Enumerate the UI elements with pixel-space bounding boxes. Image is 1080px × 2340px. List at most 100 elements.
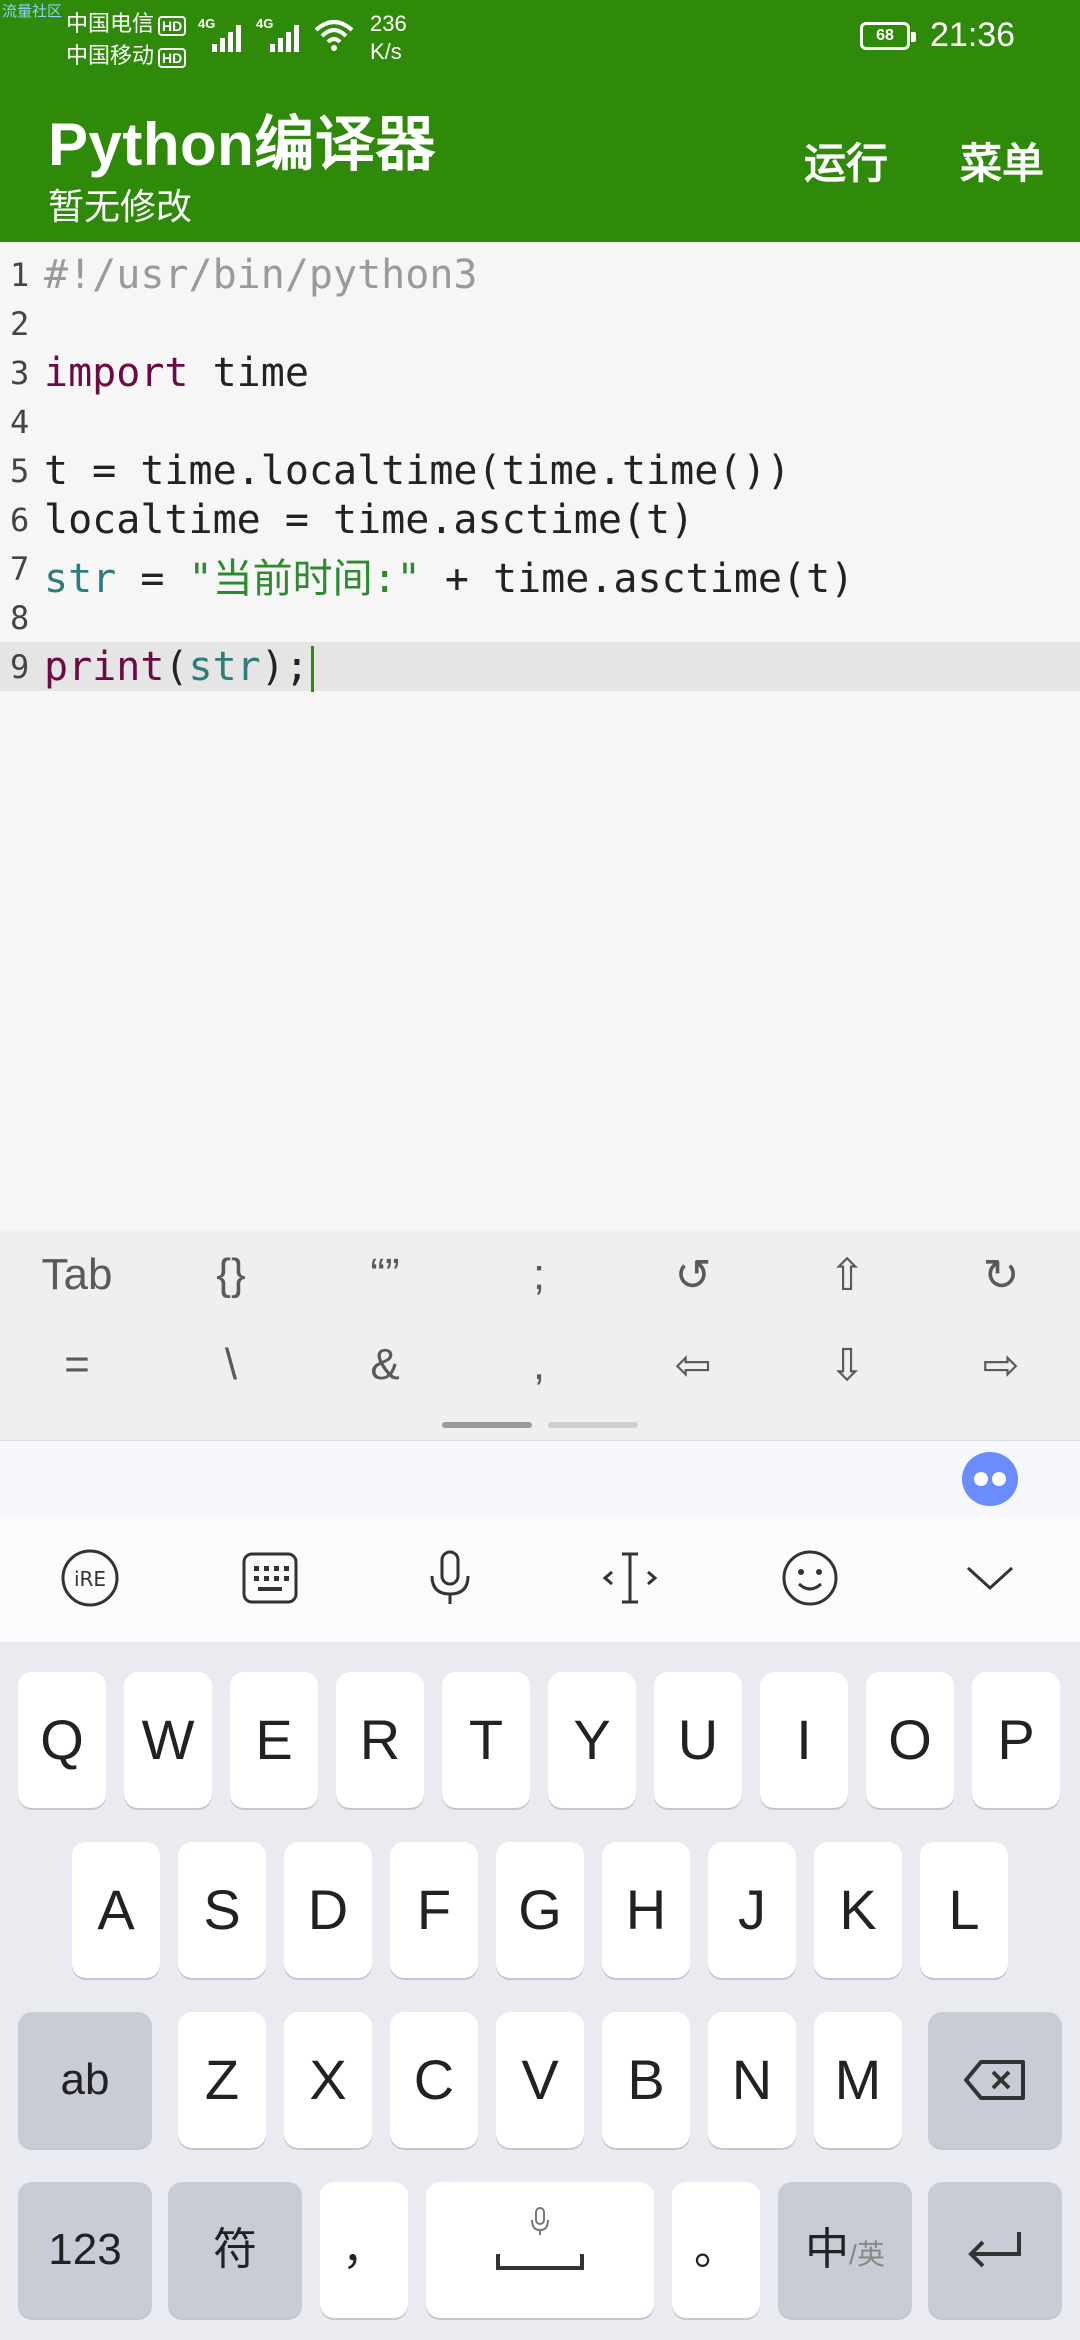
wifi-icon bbox=[314, 20, 354, 51]
key-r[interactable]: R bbox=[336, 1672, 424, 1808]
status-time: 21:36 bbox=[930, 16, 1016, 54]
carrier-info: 中国电信 HD 中国移动 HD bbox=[66, 8, 187, 72]
key-v[interactable]: V bbox=[496, 2012, 584, 2148]
hd-badge: HD bbox=[158, 16, 187, 36]
code-line[interactable]: 3 import time bbox=[0, 348, 1080, 397]
numbers-key[interactable]: 123 bbox=[18, 2182, 152, 2318]
handwriting-icon[interactable]: iRE bbox=[60, 1548, 120, 1608]
key-j[interactable]: J bbox=[708, 1842, 796, 1978]
redo-icon[interactable]: ↻ bbox=[924, 1250, 1078, 1301]
undo-icon[interactable]: ↺ bbox=[616, 1250, 770, 1301]
code-line[interactable]: 8 bbox=[0, 593, 1080, 642]
keyboard-icon[interactable] bbox=[240, 1548, 300, 1608]
period-key[interactable]: 。 bbox=[672, 2182, 760, 2318]
ime-mascot-icon[interactable] bbox=[962, 1452, 1018, 1506]
key-i[interactable]: I bbox=[760, 1672, 848, 1808]
key-e[interactable]: E bbox=[230, 1672, 318, 1808]
line-number: 9 bbox=[10, 648, 30, 686]
code-line[interactable]: 2 bbox=[0, 299, 1080, 348]
run-button[interactable]: 运行 bbox=[804, 130, 888, 191]
key-c[interactable]: C bbox=[390, 2012, 478, 2148]
emoji-icon[interactable] bbox=[780, 1548, 840, 1608]
key-d[interactable]: D bbox=[284, 1842, 372, 1978]
key-z[interactable]: Z bbox=[178, 2012, 266, 2148]
key-t[interactable]: T bbox=[442, 1672, 530, 1808]
code-text: #!/usr/bin/python3 bbox=[44, 252, 478, 298]
key-f[interactable]: F bbox=[390, 1842, 478, 1978]
symbol-tab[interactable]: Tab bbox=[0, 1250, 154, 1300]
symbol-quotes[interactable]: “” bbox=[308, 1250, 462, 1300]
language-switch-key[interactable]: 中/英 bbox=[778, 2182, 912, 2318]
arrow-right-icon[interactable]: ⇨ bbox=[924, 1340, 1078, 1391]
line-number: 7 bbox=[10, 550, 30, 588]
page-indicator bbox=[548, 1422, 638, 1428]
code-line-active[interactable]: 9 print(str); bbox=[0, 642, 1080, 692]
code-line[interactable]: 6 localtime = time.asctime(t) bbox=[0, 495, 1080, 544]
key-o[interactable]: O bbox=[866, 1672, 954, 1808]
arrow-left-icon[interactable]: ⇦ bbox=[616, 1340, 770, 1391]
key-a[interactable]: A bbox=[72, 1842, 160, 1978]
line-number: 3 bbox=[10, 354, 30, 392]
key-n[interactable]: N bbox=[708, 2012, 796, 2148]
symbol-semicolon[interactable]: ; bbox=[462, 1250, 616, 1300]
key-l[interactable]: L bbox=[920, 1842, 1008, 1978]
signal-icon: 4G bbox=[198, 16, 242, 52]
key-k[interactable]: K bbox=[814, 1842, 902, 1978]
symbol-backslash[interactable]: \ bbox=[154, 1340, 308, 1390]
comma-key[interactable]: ， bbox=[320, 2182, 408, 2318]
network-speed: 236 K/s bbox=[370, 11, 407, 64]
app-header: 流量社区 中国电信 HD 中国移动 HD 4G 4G 236 K/s 68 21:3… bbox=[0, 0, 1080, 242]
lang-primary: 中 bbox=[805, 2225, 850, 2274]
soft-keyboard: Q W E R T Y U I O P A S D F G H J K L ab… bbox=[0, 1642, 1080, 2340]
symbol-equals[interactable]: = bbox=[0, 1340, 154, 1390]
code-text: localtime = time.asctime(t) bbox=[44, 497, 695, 543]
key-m[interactable]: M bbox=[814, 2012, 902, 2148]
key-h[interactable]: H bbox=[602, 1842, 690, 1978]
code-editor[interactable]: 1 #!/usr/bin/python3 2 3 import time 4 5… bbox=[0, 242, 1080, 1230]
space-bar-icon bbox=[496, 2254, 584, 2270]
key-x[interactable]: X bbox=[284, 2012, 372, 2148]
space-key[interactable] bbox=[426, 2182, 654, 2318]
key-g[interactable]: G bbox=[496, 1842, 584, 1978]
arrow-down-icon[interactable]: ⇩ bbox=[770, 1340, 924, 1391]
candidate-bar bbox=[0, 1440, 1080, 1517]
backspace-icon bbox=[964, 2060, 1025, 2100]
symbol-toolbar: Tab {} “” ; ↺ ⇧ ↻ = \ & , ⇦ ⇩ ⇨ bbox=[0, 1230, 1080, 1440]
enter-key[interactable] bbox=[928, 2182, 1062, 2318]
symbols-key[interactable]: 符 bbox=[168, 2182, 302, 2318]
hd-badge: HD bbox=[158, 48, 187, 68]
code-text: print(str); bbox=[44, 644, 314, 692]
cursor-icon[interactable] bbox=[600, 1548, 660, 1608]
code-text: import time bbox=[44, 350, 309, 396]
key-s[interactable]: S bbox=[178, 1842, 266, 1978]
menu-button[interactable]: 菜单 bbox=[960, 130, 1044, 191]
microphone-icon bbox=[531, 2207, 549, 2235]
arrow-up-icon[interactable]: ⇧ bbox=[770, 1250, 924, 1301]
code-line[interactable]: 1 #!/usr/bin/python3 bbox=[0, 250, 1080, 299]
line-number: 6 bbox=[10, 501, 30, 539]
code-line[interactable]: 5 t = time.localtime(time.time()) bbox=[0, 446, 1080, 495]
page-indicator-active bbox=[442, 1422, 532, 1428]
lang-secondary: /英 bbox=[849, 2239, 885, 2270]
code-line[interactable]: 4 bbox=[0, 397, 1080, 446]
backspace-key[interactable] bbox=[928, 2012, 1062, 2148]
shift-key[interactable]: ab bbox=[18, 2012, 152, 2148]
key-y[interactable]: Y bbox=[548, 1672, 636, 1808]
carrier-1: 中国电信 bbox=[66, 11, 155, 36]
collapse-keyboard-icon[interactable] bbox=[960, 1548, 1020, 1608]
key-w[interactable]: W bbox=[124, 1672, 212, 1808]
code-line[interactable]: 7 str = "当前时间:" + time.asctime(t) bbox=[0, 544, 1080, 602]
symbol-comma[interactable]: , bbox=[462, 1340, 616, 1390]
symbol-ampersand[interactable]: & bbox=[308, 1340, 462, 1390]
keyboard-toolbar bbox=[0, 1516, 1080, 1642]
microphone-icon[interactable] bbox=[420, 1548, 480, 1608]
key-p[interactable]: P bbox=[972, 1672, 1060, 1808]
battery-icon: 68 bbox=[860, 22, 916, 50]
symbol-braces[interactable]: {} bbox=[154, 1250, 308, 1300]
key-b[interactable]: B bbox=[602, 2012, 690, 2148]
app-subtitle: 暂无修改 bbox=[48, 186, 193, 227]
text-cursor bbox=[310, 646, 314, 692]
key-u[interactable]: U bbox=[654, 1672, 742, 1808]
line-number: 2 bbox=[10, 305, 30, 343]
key-q[interactable]: Q bbox=[18, 1672, 106, 1808]
